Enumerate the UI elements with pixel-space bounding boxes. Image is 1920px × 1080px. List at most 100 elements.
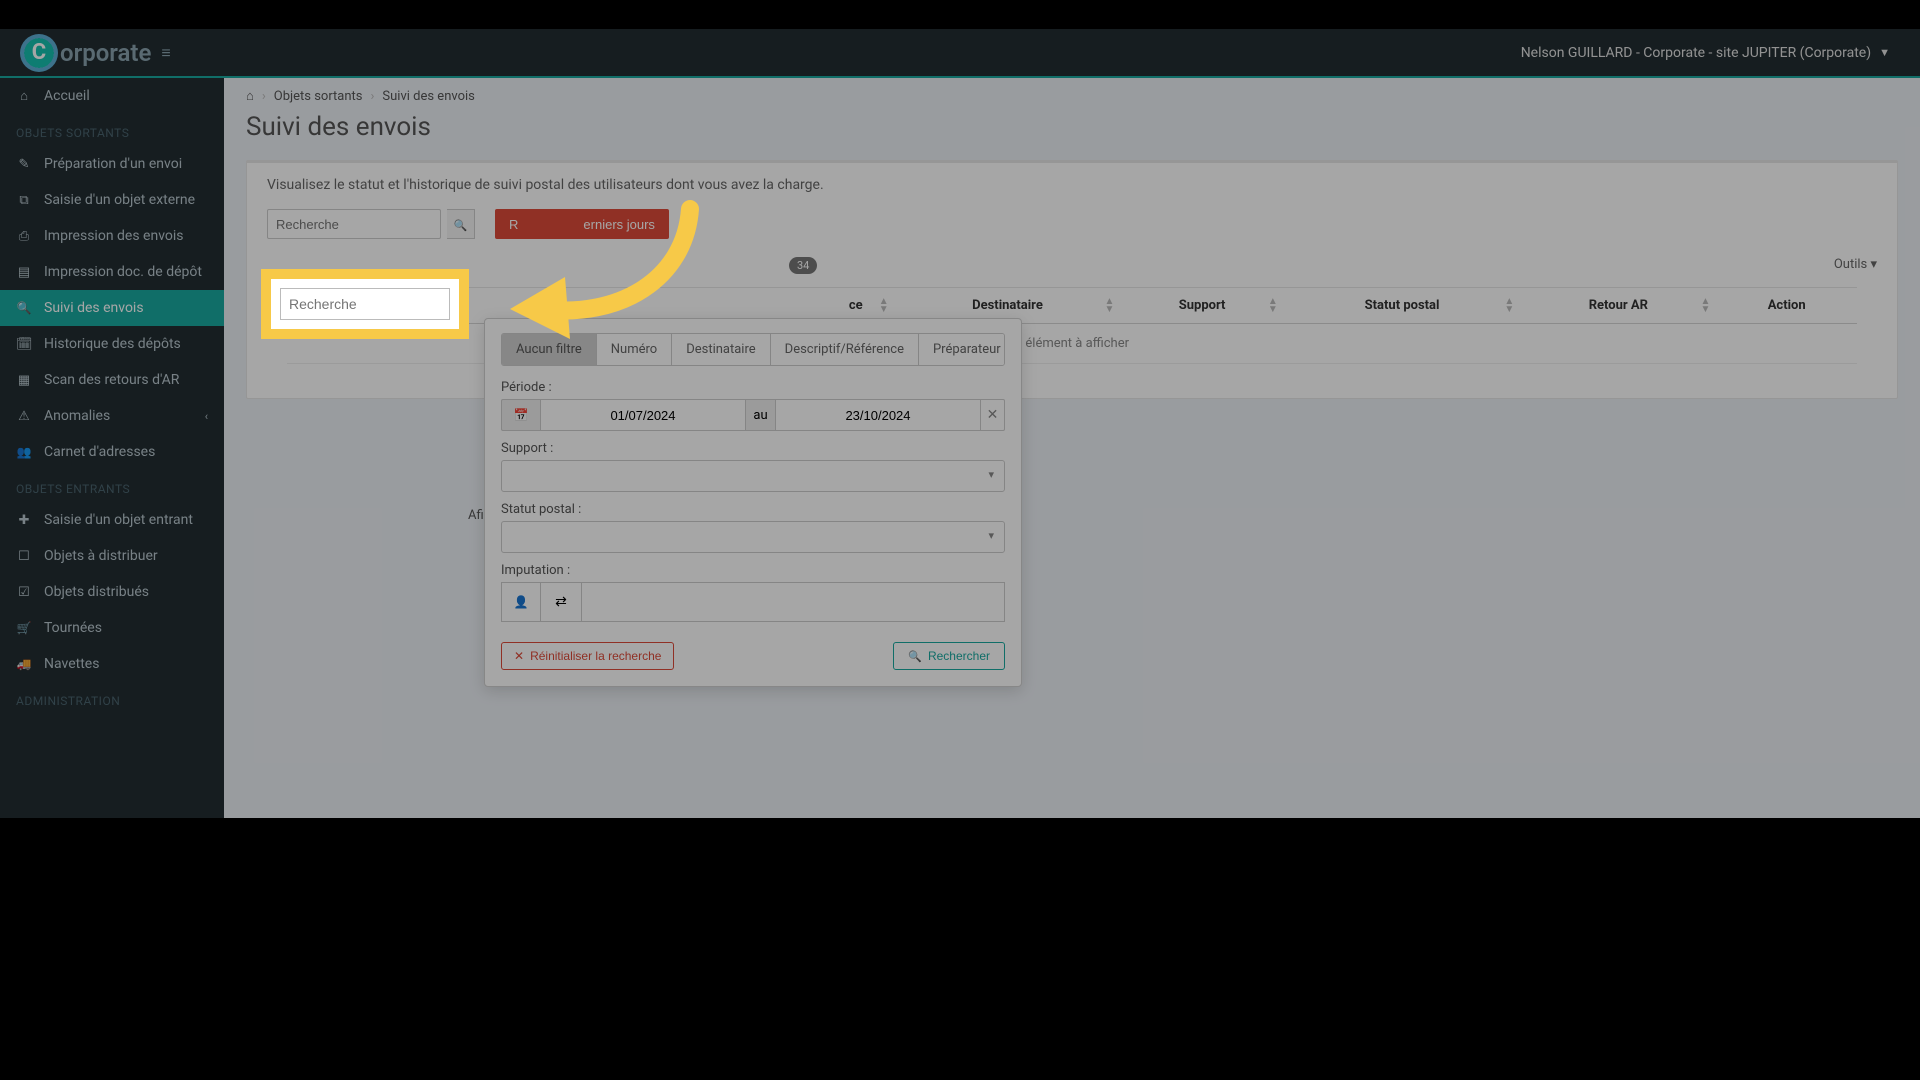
- recent-btn-right: erniers jours: [583, 217, 655, 232]
- cycle-icon: [555, 594, 567, 610]
- table-header: Action: [1716, 288, 1857, 324]
- sidebar-section-objets-entrants: OBJETS ENTRANTS: [0, 470, 224, 502]
- recent-btn-left: R: [509, 217, 518, 232]
- sidebar-item-label: Historique des dépôts: [44, 336, 181, 352]
- chevron-left-icon: ‹: [205, 410, 208, 423]
- sidebar-item-distribues[interactable]: Objets distribués: [0, 574, 224, 610]
- sidebar-item-impression-envois[interactable]: Impression des envois: [0, 218, 224, 254]
- date-from-input[interactable]: [541, 399, 746, 431]
- sidebar-item-label: Scan des retours d'AR: [44, 372, 179, 388]
- sidebar-item-label: Suivi des envois: [44, 300, 144, 316]
- filter-tabs: Aucun filtre Numéro Destinataire Descrip…: [501, 333, 1005, 366]
- tools-dropdown[interactable]: Outils ▾: [1834, 257, 1877, 272]
- imputation-cycle-button[interactable]: [541, 582, 581, 622]
- breadcrumb-item[interactable]: Objets sortants: [274, 89, 363, 104]
- sidebar-item-label: Saisie d'un objet externe: [44, 192, 195, 208]
- breadcrumb-sep: ›: [262, 89, 266, 104]
- sidebar-item-preparation[interactable]: Préparation d'un envoi: [0, 146, 224, 182]
- do-search-button[interactable]: Rechercher: [893, 642, 1005, 670]
- sort-icon: ▲▼: [1268, 298, 1278, 314]
- search-icon: [454, 217, 468, 232]
- sort-icon: ▲▼: [1105, 298, 1115, 314]
- sidebar-item-accueil[interactable]: Accueil: [0, 78, 224, 114]
- document-icon: [16, 265, 32, 280]
- col-label: Support: [1179, 298, 1226, 313]
- sidebar-item-scan-retours[interactable]: Scan des retours d'AR: [0, 362, 224, 398]
- sidebar-item-impression-doc[interactable]: Impression doc. de dépôt: [0, 254, 224, 290]
- truncated-text: Afi: [468, 508, 484, 523]
- breadcrumb-home-icon[interactable]: [246, 88, 254, 104]
- caret-down-icon: ▾: [1870, 257, 1877, 272]
- sidebar-item-anomalies[interactable]: Anomalies ‹: [0, 398, 224, 434]
- reset-label: Réinitialiser la recherche: [530, 649, 661, 663]
- col-label: ce: [849, 298, 863, 313]
- reset-search-button[interactable]: Réinitialiser la recherche: [501, 642, 674, 670]
- brand-name: orporate: [60, 39, 151, 67]
- plus-icon: [16, 513, 32, 528]
- sort-icon: ▲▼: [879, 298, 889, 314]
- sidebar-item-label: Préparation d'un envoi: [44, 156, 182, 172]
- chevron-down-icon: ▼: [1879, 46, 1890, 59]
- date-to-input[interactable]: [776, 399, 981, 431]
- users-icon: [16, 445, 32, 460]
- sidebar-item-historique[interactable]: Historique des dépôts: [0, 326, 224, 362]
- filter-popover: Aucun filtre Numéro Destinataire Descrip…: [484, 318, 1022, 687]
- breadcrumb-sep: ›: [371, 89, 375, 104]
- close-icon: [987, 407, 999, 423]
- sidebar-item-tournees[interactable]: Tournées: [0, 610, 224, 646]
- main-content: › Objets sortants › Suivi des envois Sui…: [224, 78, 1920, 818]
- check-icon: [16, 585, 32, 600]
- status-select[interactable]: [501, 521, 1005, 553]
- search-input[interactable]: [267, 209, 441, 239]
- brand-logo[interactable]: C orporate: [20, 34, 151, 72]
- sidebar-item-saisie-entrant[interactable]: Saisie d'un objet entrant: [0, 502, 224, 538]
- calendar-icon: [16, 337, 32, 352]
- tools-label: Outils: [1834, 257, 1867, 272]
- close-icon: [514, 649, 524, 663]
- table-header[interactable]: Retour AR▲▼: [1520, 288, 1716, 324]
- recent-days-button[interactable]: R erniers jours: [495, 209, 669, 239]
- pencil-icon: [16, 157, 32, 172]
- sidebar-section-administration: ADMINISTRATION: [0, 682, 224, 714]
- filter-tab-descriptif[interactable]: Descriptif/Référence: [771, 334, 919, 365]
- filter-tab-destinataire[interactable]: Destinataire: [672, 334, 770, 365]
- sidebar-item-label: Anomalies: [44, 408, 110, 424]
- imputation-input[interactable]: [581, 582, 1005, 622]
- sidebar-item-carnet[interactable]: Carnet d'adresses: [0, 434, 224, 470]
- count-badge: 34: [789, 257, 817, 274]
- support-select[interactable]: [501, 460, 1005, 492]
- brand-logo-icon: C: [20, 34, 58, 72]
- date-separator: au: [746, 399, 776, 431]
- table-header[interactable]: Statut postal▲▼: [1284, 288, 1521, 324]
- sort-icon: ▲▼: [1504, 298, 1514, 314]
- status-label: Statut postal :: [501, 502, 1005, 517]
- user-line: Nelson GUILLARD - Corporate - site JUPIT…: [1521, 45, 1871, 61]
- search-button[interactable]: [447, 209, 475, 239]
- sidebar-item-label: Tournées: [44, 620, 102, 636]
- filter-tab-numero[interactable]: Numéro: [597, 334, 672, 365]
- search-icon: [16, 301, 32, 316]
- sidebar-item-a-distribuer[interactable]: Objets à distribuer: [0, 538, 224, 574]
- breadcrumb-item[interactable]: Suivi des envois: [382, 89, 474, 104]
- calendar-button[interactable]: [501, 399, 541, 431]
- scan-icon: [16, 373, 32, 388]
- search-label: Rechercher: [928, 649, 990, 663]
- sidebar-item-navettes[interactable]: Navettes: [0, 646, 224, 682]
- clear-date-button[interactable]: [981, 399, 1005, 431]
- sidebar-section-objets-sortants: OBJETS SORTANTS: [0, 114, 224, 146]
- support-label: Support :: [501, 441, 1005, 456]
- sidebar-item-label: Impression des envois: [44, 228, 184, 244]
- sidebar-item-saisie-externe[interactable]: Saisie d'un objet externe: [0, 182, 224, 218]
- sidebar-item-label: Impression doc. de dépôt: [44, 264, 202, 280]
- user-menu[interactable]: Nelson GUILLARD - Corporate - site JUPIT…: [1521, 45, 1920, 61]
- hamburger-icon[interactable]: ≡: [161, 43, 170, 63]
- filter-tab-none[interactable]: Aucun filtre: [502, 334, 597, 365]
- col-label: Action: [1768, 298, 1806, 313]
- filter-tab-preparateur[interactable]: Préparateur: [919, 334, 1005, 365]
- search-icon: [908, 649, 922, 663]
- table-header[interactable]: Support ▲▼: [1120, 288, 1283, 324]
- sidebar-item-label: Navettes: [44, 656, 99, 672]
- imputation-user-button[interactable]: [501, 582, 541, 622]
- external-icon: [16, 193, 32, 208]
- sidebar-item-suivi-envois[interactable]: Suivi des envois: [0, 290, 224, 326]
